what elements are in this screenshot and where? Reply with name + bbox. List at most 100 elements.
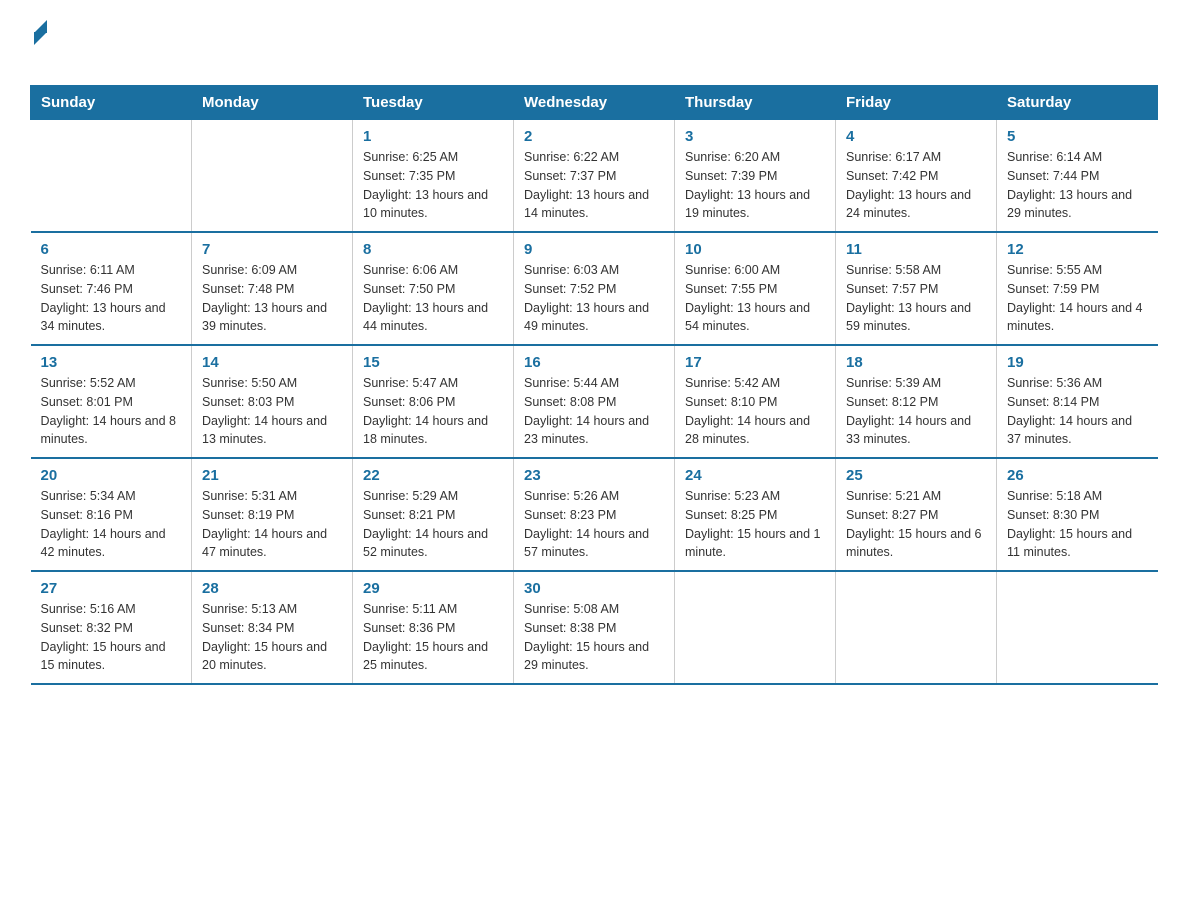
calendar-cell: 20 Sunrise: 5:34 AMSunset: 8:16 PMDaylig… [31,458,192,571]
calendar-cell: 28 Sunrise: 5:13 AMSunset: 8:34 PMDaylig… [192,571,353,684]
calendar-cell: 14 Sunrise: 5:50 AMSunset: 8:03 PMDaylig… [192,345,353,458]
calendar-cell: 18 Sunrise: 5:39 AMSunset: 8:12 PMDaylig… [836,345,997,458]
day-info: Sunrise: 5:13 AMSunset: 8:34 PMDaylight:… [202,600,342,675]
calendar-week-row: 1 Sunrise: 6:25 AMSunset: 7:35 PMDayligh… [31,120,1158,233]
calendar-cell [675,571,836,684]
day-info: Sunrise: 5:39 AMSunset: 8:12 PMDaylight:… [846,374,986,449]
day-info: Sunrise: 5:34 AMSunset: 8:16 PMDaylight:… [41,487,182,562]
day-number: 23 [524,467,664,484]
calendar-cell: 1 Sunrise: 6:25 AMSunset: 7:35 PMDayligh… [353,120,514,233]
calendar-cell [836,571,997,684]
day-info: Sunrise: 6:25 AMSunset: 7:35 PMDaylight:… [363,148,503,223]
day-info: Sunrise: 6:06 AMSunset: 7:50 PMDaylight:… [363,261,503,336]
day-of-week-header: Saturday [997,86,1158,120]
calendar-cell: 12 Sunrise: 5:55 AMSunset: 7:59 PMDaylig… [997,232,1158,345]
day-number: 18 [846,354,986,371]
day-number: 20 [41,467,182,484]
day-info: Sunrise: 5:21 AMSunset: 8:27 PMDaylight:… [846,487,986,562]
day-of-week-header: Thursday [675,86,836,120]
day-info: Sunrise: 6:11 AMSunset: 7:46 PMDaylight:… [41,261,182,336]
day-number: 21 [202,467,342,484]
day-info: Sunrise: 6:14 AMSunset: 7:44 PMDaylight:… [1007,148,1148,223]
day-number: 30 [524,580,664,597]
calendar-cell: 27 Sunrise: 5:16 AMSunset: 8:32 PMDaylig… [31,571,192,684]
calendar-week-row: 13 Sunrise: 5:52 AMSunset: 8:01 PMDaylig… [31,345,1158,458]
day-number: 24 [685,467,825,484]
calendar-week-row: 6 Sunrise: 6:11 AMSunset: 7:46 PMDayligh… [31,232,1158,345]
day-number: 16 [524,354,664,371]
day-number: 15 [363,354,503,371]
day-info: Sunrise: 6:20 AMSunset: 7:39 PMDaylight:… [685,148,825,223]
calendar-cell: 5 Sunrise: 6:14 AMSunset: 7:44 PMDayligh… [997,120,1158,233]
day-info: Sunrise: 5:44 AMSunset: 8:08 PMDaylight:… [524,374,664,449]
day-info: Sunrise: 6:00 AMSunset: 7:55 PMDaylight:… [685,261,825,336]
calendar-header-row: SundayMondayTuesdayWednesdayThursdayFrid… [31,86,1158,120]
calendar-cell: 15 Sunrise: 5:47 AMSunset: 8:06 PMDaylig… [353,345,514,458]
calendar-cell: 21 Sunrise: 5:31 AMSunset: 8:19 PMDaylig… [192,458,353,571]
calendar-cell: 29 Sunrise: 5:11 AMSunset: 8:36 PMDaylig… [353,571,514,684]
day-number: 4 [846,128,986,145]
calendar-cell: 22 Sunrise: 5:29 AMSunset: 8:21 PMDaylig… [353,458,514,571]
calendar-cell: 4 Sunrise: 6:17 AMSunset: 7:42 PMDayligh… [836,120,997,233]
day-of-week-header: Monday [192,86,353,120]
day-info: Sunrise: 5:29 AMSunset: 8:21 PMDaylight:… [363,487,503,562]
calendar-cell: 9 Sunrise: 6:03 AMSunset: 7:52 PMDayligh… [514,232,675,345]
day-number: 13 [41,354,182,371]
calendar-week-row: 27 Sunrise: 5:16 AMSunset: 8:32 PMDaylig… [31,571,1158,684]
day-info: Sunrise: 5:50 AMSunset: 8:03 PMDaylight:… [202,374,342,449]
calendar-cell: 3 Sunrise: 6:20 AMSunset: 7:39 PMDayligh… [675,120,836,233]
day-number: 1 [363,128,503,145]
day-info: Sunrise: 5:55 AMSunset: 7:59 PMDaylight:… [1007,261,1148,336]
calendar-cell: 10 Sunrise: 6:00 AMSunset: 7:55 PMDaylig… [675,232,836,345]
day-number: 25 [846,467,986,484]
logo [30,20,47,65]
calendar-cell: 26 Sunrise: 5:18 AMSunset: 8:30 PMDaylig… [997,458,1158,571]
calendar-week-row: 20 Sunrise: 5:34 AMSunset: 8:16 PMDaylig… [31,458,1158,571]
day-number: 11 [846,241,986,258]
day-of-week-header: Friday [836,86,997,120]
day-number: 19 [1007,354,1148,371]
day-number: 2 [524,128,664,145]
calendar-cell [192,120,353,233]
calendar-cell [997,571,1158,684]
day-of-week-header: Sunday [31,86,192,120]
day-info: Sunrise: 6:03 AMSunset: 7:52 PMDaylight:… [524,261,664,336]
page-header [30,20,1158,65]
day-info: Sunrise: 5:23 AMSunset: 8:25 PMDaylight:… [685,487,825,562]
day-number: 22 [363,467,503,484]
day-number: 27 [41,580,182,597]
day-info: Sunrise: 5:47 AMSunset: 8:06 PMDaylight:… [363,374,503,449]
calendar-cell: 30 Sunrise: 5:08 AMSunset: 8:38 PMDaylig… [514,571,675,684]
day-number: 14 [202,354,342,371]
calendar-cell: 2 Sunrise: 6:22 AMSunset: 7:37 PMDayligh… [514,120,675,233]
day-number: 8 [363,241,503,258]
day-info: Sunrise: 6:22 AMSunset: 7:37 PMDaylight:… [524,148,664,223]
day-of-week-header: Wednesday [514,86,675,120]
day-of-week-header: Tuesday [353,86,514,120]
calendar-cell: 23 Sunrise: 5:26 AMSunset: 8:23 PMDaylig… [514,458,675,571]
day-info: Sunrise: 6:09 AMSunset: 7:48 PMDaylight:… [202,261,342,336]
calendar-cell: 24 Sunrise: 5:23 AMSunset: 8:25 PMDaylig… [675,458,836,571]
day-number: 5 [1007,128,1148,145]
day-info: Sunrise: 6:17 AMSunset: 7:42 PMDaylight:… [846,148,986,223]
day-number: 26 [1007,467,1148,484]
calendar-table: SundayMondayTuesdayWednesdayThursdayFrid… [30,85,1158,685]
day-number: 9 [524,241,664,258]
day-info: Sunrise: 5:58 AMSunset: 7:57 PMDaylight:… [846,261,986,336]
calendar-cell: 25 Sunrise: 5:21 AMSunset: 8:27 PMDaylig… [836,458,997,571]
day-number: 29 [363,580,503,597]
day-number: 6 [41,241,182,258]
day-info: Sunrise: 5:16 AMSunset: 8:32 PMDaylight:… [41,600,182,675]
calendar-cell: 17 Sunrise: 5:42 AMSunset: 8:10 PMDaylig… [675,345,836,458]
day-info: Sunrise: 5:42 AMSunset: 8:10 PMDaylight:… [685,374,825,449]
calendar-cell: 11 Sunrise: 5:58 AMSunset: 7:57 PMDaylig… [836,232,997,345]
day-info: Sunrise: 5:31 AMSunset: 8:19 PMDaylight:… [202,487,342,562]
day-number: 3 [685,128,825,145]
day-number: 7 [202,241,342,258]
day-info: Sunrise: 5:18 AMSunset: 8:30 PMDaylight:… [1007,487,1148,562]
calendar-cell [31,120,192,233]
day-info: Sunrise: 5:36 AMSunset: 8:14 PMDaylight:… [1007,374,1148,449]
day-info: Sunrise: 5:52 AMSunset: 8:01 PMDaylight:… [41,374,182,449]
day-number: 10 [685,241,825,258]
calendar-cell: 6 Sunrise: 6:11 AMSunset: 7:46 PMDayligh… [31,232,192,345]
